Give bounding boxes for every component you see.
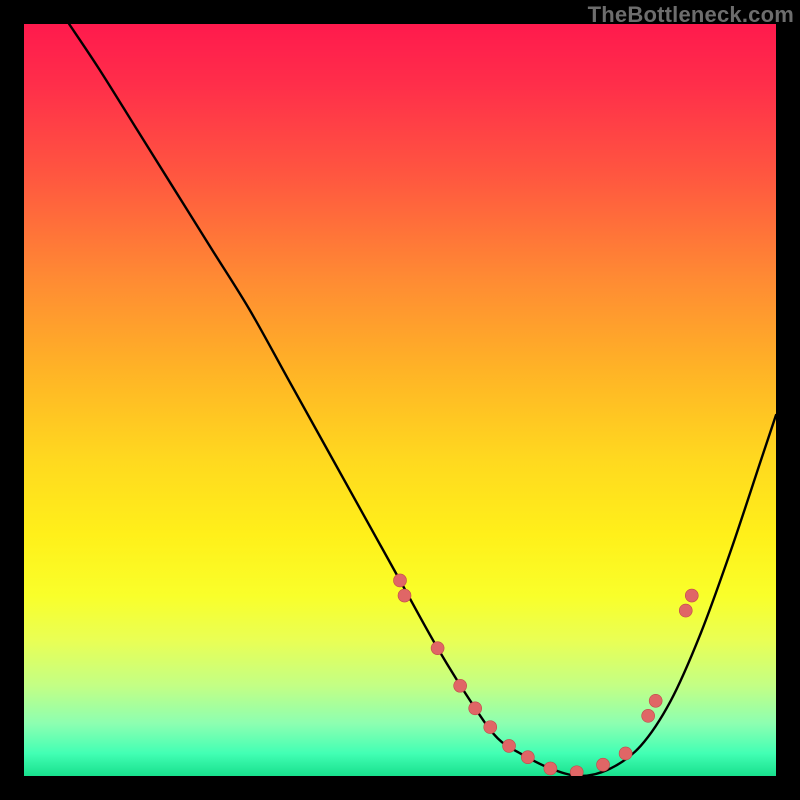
highlight-dot <box>394 574 407 587</box>
highlight-dot <box>685 589 698 602</box>
highlight-dot <box>521 751 534 764</box>
plot-area <box>24 24 776 776</box>
highlight-dots-group <box>394 574 699 776</box>
highlight-dot <box>431 642 444 655</box>
highlight-dot <box>649 694 662 707</box>
watermark-text: TheBottleneck.com <box>588 2 794 28</box>
highlight-dot <box>597 758 610 771</box>
highlight-dot <box>469 702 482 715</box>
highlight-dot <box>679 604 692 617</box>
chart-svg <box>24 24 776 776</box>
highlight-dot <box>570 766 583 776</box>
highlight-dot <box>398 589 411 602</box>
bottleneck-curve <box>69 24 776 776</box>
highlight-dot <box>454 679 467 692</box>
chart-frame <box>16 16 784 784</box>
highlight-dot <box>484 721 497 734</box>
highlight-dot <box>619 747 632 760</box>
highlight-dot <box>503 739 516 752</box>
highlight-dot <box>544 762 557 775</box>
highlight-dot <box>642 709 655 722</box>
